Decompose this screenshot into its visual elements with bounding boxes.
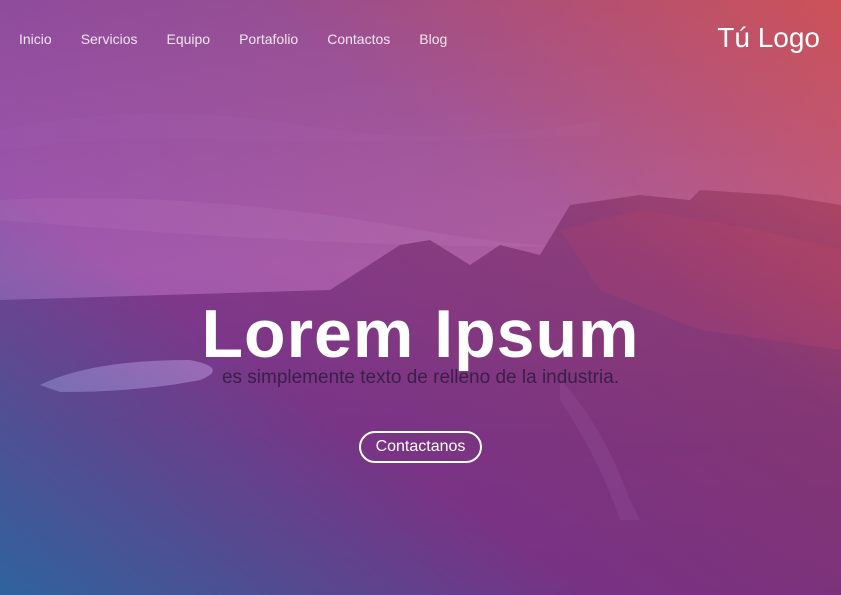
nav-link-equipo[interactable]: Equipo	[166, 31, 210, 47]
nav-link-blog[interactable]: Blog	[419, 31, 447, 47]
top-navigation: Inicio Servicios Equipo Portafolio Conta…	[0, 0, 841, 80]
hero-section: Inicio Servicios Equipo Portafolio Conta…	[0, 0, 841, 595]
nav-link-portafolio[interactable]: Portafolio	[239, 31, 298, 47]
hero-subtitle: es simplemente texto de relleno de la in…	[221, 367, 620, 388]
contact-button[interactable]: Contactanos	[358, 431, 483, 463]
nav-menu: Inicio Servicios Equipo Portafolio Conta…	[19, 31, 476, 49]
nav-link-contactos[interactable]: Contactos	[327, 31, 390, 47]
hero-title: Lorem Ipsum	[201, 296, 640, 372]
nav-link-inicio[interactable]: Inicio	[19, 31, 52, 47]
hero-content: Lorem Ipsum es simplemente texto de rell…	[0, 296, 841, 463]
site-logo[interactable]: Tú Logo	[717, 22, 820, 54]
nav-link-servicios[interactable]: Servicios	[81, 31, 138, 47]
